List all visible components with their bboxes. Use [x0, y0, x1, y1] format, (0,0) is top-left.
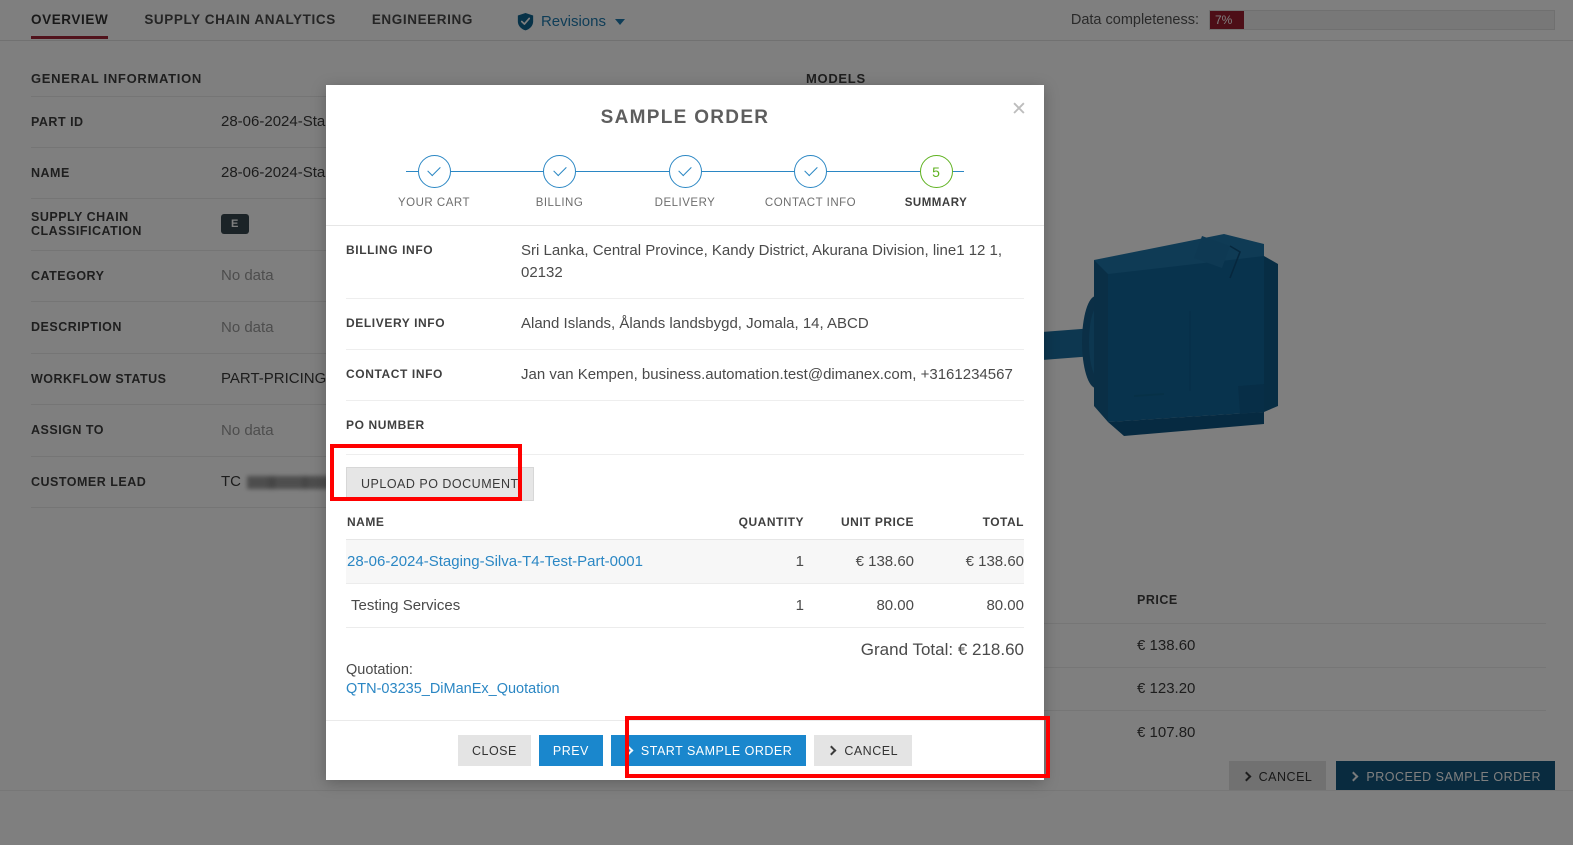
upload-po-document-button[interactable]: UPLOAD PO DOCUMENT	[346, 467, 534, 501]
info-key: BILLING INFO	[346, 243, 434, 257]
modal-cancel-label: CANCEL	[844, 743, 899, 758]
column-header-quantity: QUANTITY	[694, 507, 804, 540]
start-sample-order-label: START SAMPLE ORDER	[640, 743, 793, 758]
info-value: Sri Lanka, Central Province, Kandy Distr…	[521, 242, 1003, 281]
screen-root: OVERVIEW SUPPLY CHAIN ANALYTICS ENGINEER…	[0, 0, 1573, 845]
upload-po-wrapper: UPLOAD PO DOCUMENT	[346, 455, 1024, 507]
grand-total: Grand Total: € 218.60	[860, 640, 1024, 659]
modal-footer: CLOSE PREV START SAMPLE ORDER CANCEL	[326, 720, 1044, 780]
check-icon	[678, 162, 692, 177]
order-stepper: YOUR CART BILLING DELIVERY CONTACT INFO	[378, 155, 992, 217]
prev-button-label: PREV	[552, 743, 589, 758]
chevron-right-icon	[623, 745, 634, 756]
info-value: Jan van Kempen, business.automation.test…	[521, 366, 1013, 383]
upload-po-document-label: UPLOAD PO DOCUMENT	[361, 477, 519, 491]
table-row: 28-06-2024-Staging-Silva-T4-Test-Part-00…	[346, 539, 1024, 584]
step-circle	[794, 155, 827, 188]
delivery-info-row: DELIVERY INFO Aland Islands, Ålands land…	[346, 299, 1024, 350]
step-contact-info[interactable]: CONTACT INFO	[755, 155, 867, 209]
modal-header: SAMPLE ORDER ✕ YOUR CART BILLING DELIVER…	[326, 85, 1044, 226]
prev-button[interactable]: PREV	[538, 735, 603, 766]
column-header-total: TOTAL	[914, 507, 1024, 540]
cart-item-link[interactable]: 28-06-2024-Staging-Silva-T4-Test-Part-00…	[347, 553, 643, 570]
cart-item-quantity: 1	[694, 583, 804, 628]
cart-item-total: 80.00	[914, 583, 1024, 628]
sample-order-modal: SAMPLE ORDER ✕ YOUR CART BILLING DELIVER…	[326, 85, 1044, 780]
step-your-cart[interactable]: YOUR CART	[378, 155, 490, 209]
info-key: PO NUMBER	[346, 418, 425, 432]
quotation-link[interactable]: QTN-03235_DiManEx_Quotation	[346, 681, 1024, 697]
step-summary[interactable]: 5 SUMMARY	[880, 155, 992, 209]
cart-table-header-row: NAME QUANTITY UNIT PRICE TOTAL	[346, 507, 1024, 540]
step-delivery[interactable]: DELIVERY	[629, 155, 741, 209]
cart-item-total: € 138.60	[914, 539, 1024, 584]
step-label: DELIVERY	[654, 197, 716, 209]
step-label: YOUR CART	[397, 197, 471, 209]
modal-body: BILLING INFO Sri Lanka, Central Province…	[326, 226, 1044, 720]
check-icon	[803, 162, 818, 177]
close-icon[interactable]: ✕	[1008, 99, 1030, 121]
contact-info-row: CONTACT INFO Jan van Kempen, business.au…	[346, 350, 1024, 401]
quotation-label: Quotation:	[346, 662, 413, 678]
info-key: CONTACT INFO	[346, 367, 443, 381]
divider	[326, 225, 1044, 226]
cart-item-quantity: 1	[694, 539, 804, 584]
cart-table: NAME QUANTITY UNIT PRICE TOTAL 28-06-202…	[346, 507, 1024, 628]
chevron-right-icon	[826, 745, 837, 756]
modal-title: SAMPLE ORDER	[600, 107, 770, 128]
po-number-row: PO NUMBER	[346, 401, 1024, 455]
step-billing[interactable]: BILLING	[504, 155, 616, 209]
close-button[interactable]: CLOSE	[457, 735, 531, 766]
step-circle: 5	[919, 155, 953, 188]
modal-cancel-button[interactable]: CANCEL	[814, 735, 913, 766]
column-header-name: NAME	[346, 507, 694, 540]
column-header-unit-price: UNIT PRICE	[804, 507, 914, 540]
cart-item-unit-price: € 138.60	[804, 539, 914, 584]
info-value: Aland Islands, Ålands landsbygd, Jomala,…	[521, 315, 869, 332]
step-label: BILLING	[535, 197, 584, 209]
step-label: SUMMARY	[904, 197, 968, 209]
cart-item-name: Testing Services	[346, 583, 694, 628]
close-button-label: CLOSE	[471, 743, 517, 758]
check-icon	[427, 162, 441, 177]
step-label: CONTACT INFO	[764, 197, 857, 209]
info-key: DELIVERY INFO	[346, 316, 446, 330]
billing-info-row: BILLING INFO Sri Lanka, Central Province…	[346, 226, 1024, 299]
quotation-block: Quotation: QTN-03235_DiManEx_Quotation	[346, 660, 1024, 697]
check-icon	[552, 162, 567, 177]
step-circle	[417, 155, 451, 188]
start-sample-order-button[interactable]: START SAMPLE ORDER	[610, 735, 807, 766]
step-circle	[668, 155, 702, 188]
table-row: Testing Services 1 80.00 80.00	[346, 583, 1024, 628]
step-circle	[543, 155, 576, 188]
cart-item-unit-price: 80.00	[804, 583, 914, 628]
